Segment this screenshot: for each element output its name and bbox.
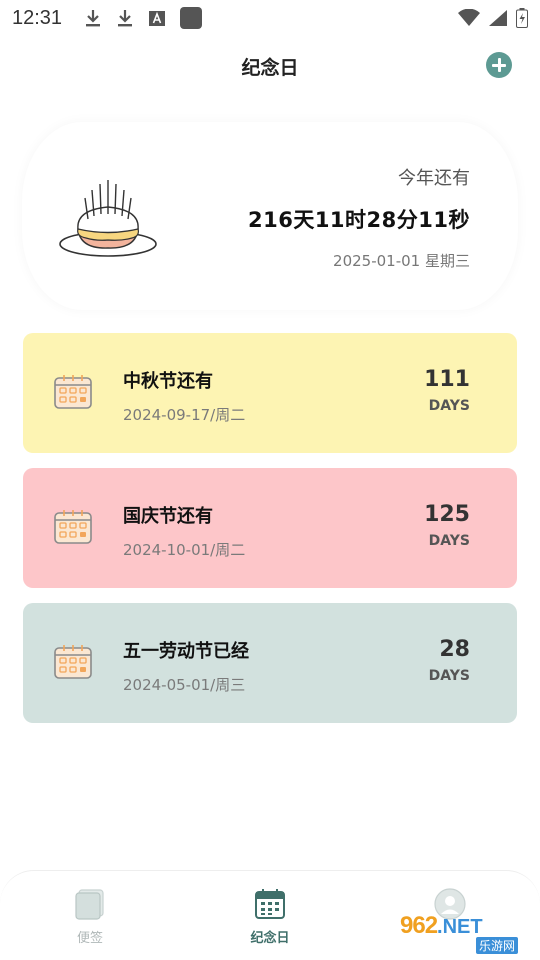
calendar-icon xyxy=(54,645,92,679)
event-days-box: 111 DAYS xyxy=(424,367,470,414)
event-title: 五一劳动节已经 xyxy=(123,641,249,662)
event-days: 28 xyxy=(439,637,470,662)
a-box-icon xyxy=(149,11,166,26)
nav-item-notes[interactable]: 便签 xyxy=(30,887,150,960)
wifi-icon xyxy=(458,9,480,26)
cake-icon xyxy=(59,180,157,257)
watermark-sub: 乐游网 xyxy=(476,937,519,954)
app-header: 纪念日 xyxy=(0,40,540,92)
download-icon xyxy=(86,10,101,27)
event-card[interactable]: 五一劳动节已经 2024-05-01/周三 28 DAYS xyxy=(23,603,517,723)
event-days-box: 28 DAYS xyxy=(429,637,470,684)
calendar-icon xyxy=(54,375,92,409)
add-anniversary-button[interactable] xyxy=(486,52,512,78)
event-date: 2024-05-01/周三 xyxy=(123,676,246,694)
hero-label: 今年还有 xyxy=(398,168,470,189)
event-days-box: 125 DAYS xyxy=(424,502,470,549)
event-title: 国庆节还有 xyxy=(123,506,213,527)
signal-icon xyxy=(489,10,507,26)
download-icon xyxy=(118,10,133,27)
notes-icon xyxy=(75,889,104,920)
status-bar: 12:31 xyxy=(0,0,540,36)
event-date: 2024-10-01/周二 xyxy=(123,541,246,559)
nav-label: 便签 xyxy=(76,931,103,946)
year-countdown-card: 今年还有 216天11时28分11秒 2025-01-01 星期三 xyxy=(22,122,518,310)
event-days-unit: DAYS xyxy=(428,533,470,549)
system-icons xyxy=(458,8,528,28)
event-days: 125 xyxy=(424,502,470,527)
status-time: 12:31 xyxy=(12,6,63,29)
event-card[interactable]: 中秋节还有 2024-09-17/周二 111 DAYS xyxy=(23,333,517,453)
square-app-icon xyxy=(180,7,203,29)
nav-item-anniversary[interactable]: 纪念日 xyxy=(210,887,330,960)
watermark-domain: .NET xyxy=(437,916,483,938)
event-date: 2024-09-17/周二 xyxy=(123,406,246,424)
event-days-unit: DAYS xyxy=(428,668,470,684)
hero-date: 2025-01-01 星期三 xyxy=(333,252,470,270)
event-days-unit: DAYS xyxy=(428,398,470,414)
notification-icons xyxy=(84,7,203,29)
event-days: 111 xyxy=(424,367,470,392)
page-title: 纪念日 xyxy=(241,56,299,79)
event-title: 中秋节还有 xyxy=(123,371,213,392)
watermark-brand: 962 xyxy=(400,912,438,939)
event-card[interactable]: 国庆节还有 2024-10-01/周二 125 DAYS xyxy=(23,468,517,588)
calendar-icon xyxy=(255,889,285,919)
hero-text: 今年还有 216天11时28分11秒 2025-01-01 星期三 xyxy=(248,164,470,271)
hero-countdown: 216天11时28分11秒 xyxy=(247,208,470,232)
nav-label: 纪念日 xyxy=(250,931,290,946)
battery-icon xyxy=(516,8,528,28)
calendar-icon xyxy=(54,510,92,544)
site-watermark: 962.NET 乐游网 xyxy=(400,912,536,956)
